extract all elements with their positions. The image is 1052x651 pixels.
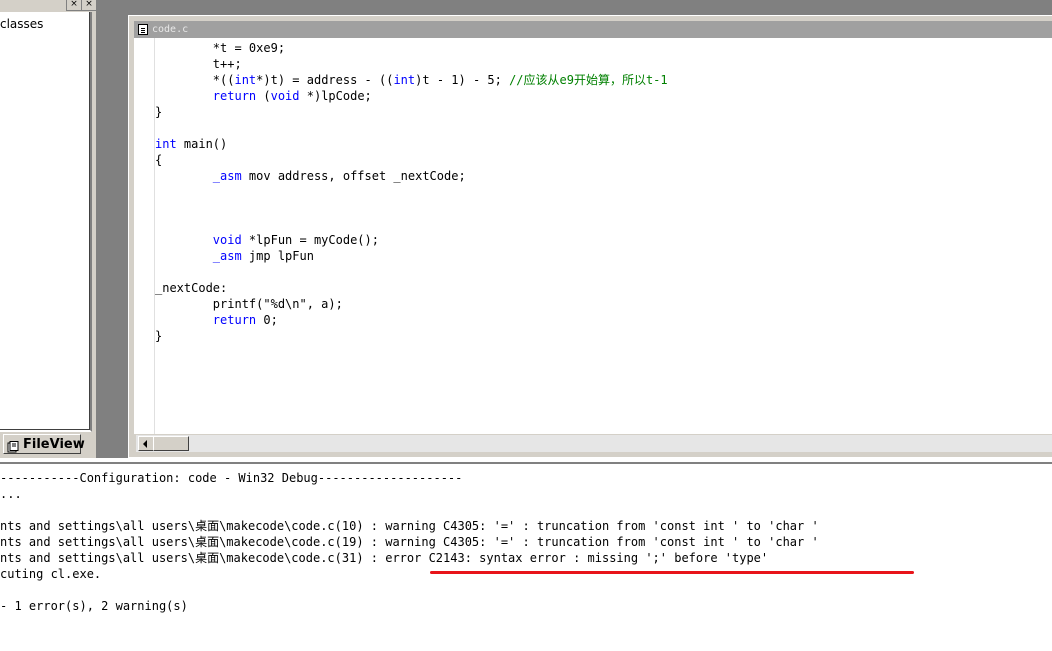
- code-line: }: [155, 104, 668, 120]
- code-token: jmp lpFun: [241, 249, 314, 263]
- code-token: mov address, offset _nextCode;: [241, 169, 466, 183]
- code-line: *((int*)t) = address - ((int)t - 1) - 5;…: [155, 72, 668, 88]
- code-text[interactable]: *t = 0xe9; t++; *((int*)t) = address - (…: [155, 40, 668, 344]
- code-line: _asm jmp lpFun: [155, 248, 668, 264]
- code-line: void *lpFun = myCode();: [155, 232, 668, 248]
- dock-button[interactable]: ×: [66, 0, 82, 11]
- tree-item-classes[interactable]: classes: [0, 17, 43, 31]
- code-token: {: [155, 153, 163, 167]
- output-line: nts and settings\all users\桌面\makecode\c…: [0, 519, 819, 533]
- code-editor[interactable]: *t = 0xe9; t++; *((int*)t) = address - (…: [134, 38, 1052, 434]
- workspace-pane: × × classes FileView: [0, 0, 97, 458]
- code-comment: //应该从e9开始算，所以t-1: [509, 73, 668, 87]
- code-token: *)t) = address - ((: [256, 73, 394, 87]
- output-line: cuting cl.exe.: [0, 567, 102, 581]
- code-line: printf("%d\n", a);: [155, 296, 668, 312]
- build-output: -----------Configuration: code - Win32 D…: [0, 470, 819, 614]
- code-token: *((: [155, 73, 235, 87]
- tab-fileview[interactable]: FileView: [3, 434, 85, 454]
- output-line: - 1 error(s), 2 warning(s): [0, 599, 188, 613]
- code-keyword: void: [212, 233, 242, 247]
- code-token: _nextCode:: [155, 281, 228, 295]
- workspace-tree[interactable]: classes: [0, 12, 92, 432]
- code-line: t++;: [155, 56, 668, 72]
- code-keyword: int: [234, 73, 257, 87]
- scroll-thumb[interactable]: [153, 436, 189, 451]
- code-line: _asm mov address, offset _nextCode;: [155, 168, 668, 184]
- fileview-label: FileView: [23, 436, 85, 452]
- code-keyword: int: [155, 137, 177, 151]
- code-token: }: [155, 329, 163, 343]
- output-pane[interactable]: -----------Configuration: code - Win32 D…: [0, 462, 1052, 651]
- output-line: -----------Configuration: code - Win32 D…: [0, 471, 463, 485]
- code-token: *lpFun = myCode();: [241, 233, 379, 247]
- editor-window: code.c *t = 0xe9; t++; *((int*)t) = addr…: [128, 15, 1052, 458]
- output-line: ...: [0, 487, 22, 501]
- editor-title: code.c: [152, 24, 189, 35]
- code-token: t++;: [155, 57, 242, 71]
- code-token: printf("%d\n", a);: [155, 297, 343, 311]
- code-keyword: return: [212, 313, 257, 327]
- code-line: return 0;: [155, 312, 668, 328]
- code-token: )t - 1) - 5;: [415, 73, 510, 87]
- code-line: return (void *)lpCode;: [155, 88, 668, 104]
- editor-gutter[interactable]: [134, 38, 155, 434]
- code-line: {: [155, 152, 668, 168]
- code-token: (: [256, 89, 271, 103]
- code-keyword: _asm: [212, 249, 242, 263]
- editor-titlebar[interactable]: code.c: [134, 21, 1052, 38]
- code-keyword: return: [212, 89, 257, 103]
- horizontal-scrollbar[interactable]: [136, 434, 1052, 452]
- code-keyword: int: [393, 73, 416, 87]
- code-line: _nextCode:: [155, 280, 668, 296]
- code-token: *)lpCode;: [299, 89, 372, 103]
- fileview-icon: [7, 438, 19, 453]
- code-token: *t = 0xe9;: [155, 41, 286, 55]
- close-pane-button[interactable]: ×: [81, 0, 97, 11]
- code-line: *t = 0xe9;: [155, 40, 668, 56]
- document-icon: [138, 24, 148, 35]
- code-token: main(): [176, 137, 228, 151]
- output-line: nts and settings\all users\桌面\makecode\c…: [0, 535, 819, 549]
- scroll-left-arrow-icon[interactable]: [138, 436, 154, 451]
- code-keyword: void: [270, 89, 300, 103]
- code-token: 0;: [256, 313, 278, 327]
- output-line: nts and settings\all users\桌面\makecode\c…: [0, 551, 769, 565]
- workspace-topbar: × ×: [0, 0, 97, 11]
- code-token: }: [155, 105, 163, 119]
- code-keyword: _asm: [212, 169, 242, 183]
- code-line: }: [155, 328, 668, 344]
- error-highlight-underline: [430, 571, 914, 574]
- code-line: int main(): [155, 136, 668, 152]
